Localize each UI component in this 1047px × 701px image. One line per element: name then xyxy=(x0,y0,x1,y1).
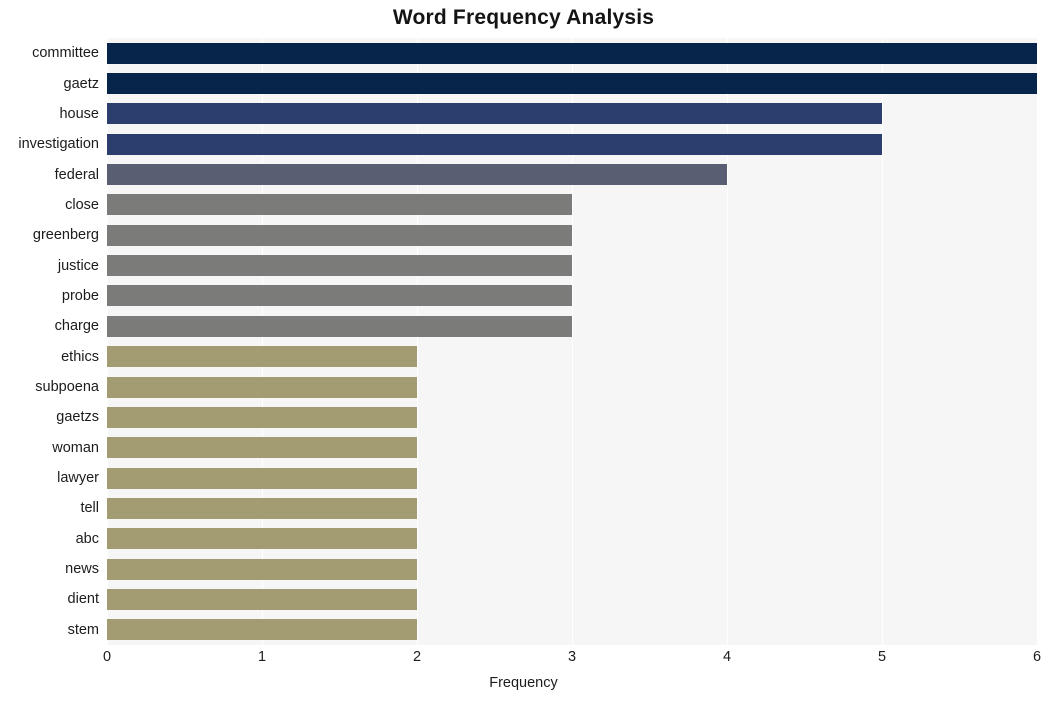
bar-row xyxy=(107,406,1037,428)
bar-abc xyxy=(107,528,417,550)
plot-area xyxy=(107,38,1038,645)
bar-row xyxy=(107,194,1037,216)
bar-row xyxy=(107,285,1037,307)
bar-row xyxy=(107,558,1037,580)
y-tick-label-investigation: investigation xyxy=(18,136,99,153)
bar-row xyxy=(107,588,1037,610)
bar-stem xyxy=(107,619,417,641)
bar-row xyxy=(107,224,1037,246)
bar-woman xyxy=(107,437,417,459)
bar-row xyxy=(107,437,1037,459)
bar-row xyxy=(107,376,1037,398)
y-tick-label-house: house xyxy=(59,105,99,122)
bar-gaetzs xyxy=(107,406,417,428)
y-tick-label-subpoena: subpoena xyxy=(35,379,99,396)
bar-subpoena xyxy=(107,376,417,398)
bar-charge xyxy=(107,315,572,337)
bar-justice xyxy=(107,255,572,277)
y-tick-label-tell: tell xyxy=(80,500,99,517)
x-tick-label-6: 6 xyxy=(1032,649,1042,665)
bar-series xyxy=(107,38,1037,645)
bar-row xyxy=(107,619,1037,641)
y-tick-label-probe: probe xyxy=(61,287,99,304)
bar-news xyxy=(107,558,417,580)
y-tick-label-committee: committee xyxy=(32,45,99,62)
y-tick-label-greenberg: greenberg xyxy=(32,227,99,244)
y-tick-label-close: close xyxy=(65,196,99,213)
bar-greenberg xyxy=(107,224,572,246)
x-tick-label-1: 1 xyxy=(257,649,267,665)
bar-row xyxy=(107,103,1037,125)
y-tick-label-news: news xyxy=(65,561,99,578)
x-axis-title: Frequency xyxy=(489,675,558,691)
y-tick-label-woman: woman xyxy=(52,439,99,456)
bar-row xyxy=(107,497,1037,519)
x-tick-label-4: 4 xyxy=(722,649,732,665)
bar-ethics xyxy=(107,346,417,368)
bar-federal xyxy=(107,164,727,186)
y-tick-label-justice: justice xyxy=(57,257,99,274)
word-frequency-chart: Word Frequency Analysis committee gaetz ho… xyxy=(0,0,1047,701)
y-tick-label-gaetzs: gaetzs xyxy=(56,409,99,426)
bar-row xyxy=(107,528,1037,550)
bar-tell xyxy=(107,497,417,519)
bar-close xyxy=(107,194,572,216)
y-tick-label-dient: dient xyxy=(67,591,99,608)
y-tick-label-federal: federal xyxy=(54,166,99,183)
y-tick-label-ethics: ethics xyxy=(61,348,99,365)
y-axis-tick-labels: committee gaetz house investigation federal c… xyxy=(0,38,107,645)
bar-row xyxy=(107,315,1037,337)
bar-committee xyxy=(107,42,1037,64)
bar-dient xyxy=(107,588,417,610)
x-tick-label-3: 3 xyxy=(567,649,577,665)
gridline xyxy=(1037,38,1038,645)
bar-investigation xyxy=(107,133,882,155)
chart-title: Word Frequency Analysis xyxy=(392,6,655,29)
x-tick-label-5: 5 xyxy=(877,649,887,665)
y-tick-label-abc: abc xyxy=(75,530,99,547)
bar-gaetz xyxy=(107,73,1037,95)
x-tick-label-0: 0 xyxy=(102,649,112,665)
bar-row xyxy=(107,164,1037,186)
bar-row xyxy=(107,133,1037,155)
bar-house xyxy=(107,103,882,125)
bar-row xyxy=(107,42,1037,64)
y-tick-label-stem: stem xyxy=(67,621,99,638)
y-tick-label-charge: charge xyxy=(54,318,99,335)
bar-row xyxy=(107,467,1037,489)
bar-row xyxy=(107,255,1037,277)
bar-row xyxy=(107,73,1037,95)
y-tick-label-lawyer: lawyer xyxy=(57,470,99,487)
x-tick-label-2: 2 xyxy=(412,649,422,665)
bar-probe xyxy=(107,285,572,307)
x-axis-tick-labels: 0 1 2 3 4 5 6 xyxy=(0,650,1047,674)
y-tick-label-gaetz: gaetz xyxy=(63,75,99,92)
bar-row xyxy=(107,346,1037,368)
bar-lawyer xyxy=(107,467,417,489)
